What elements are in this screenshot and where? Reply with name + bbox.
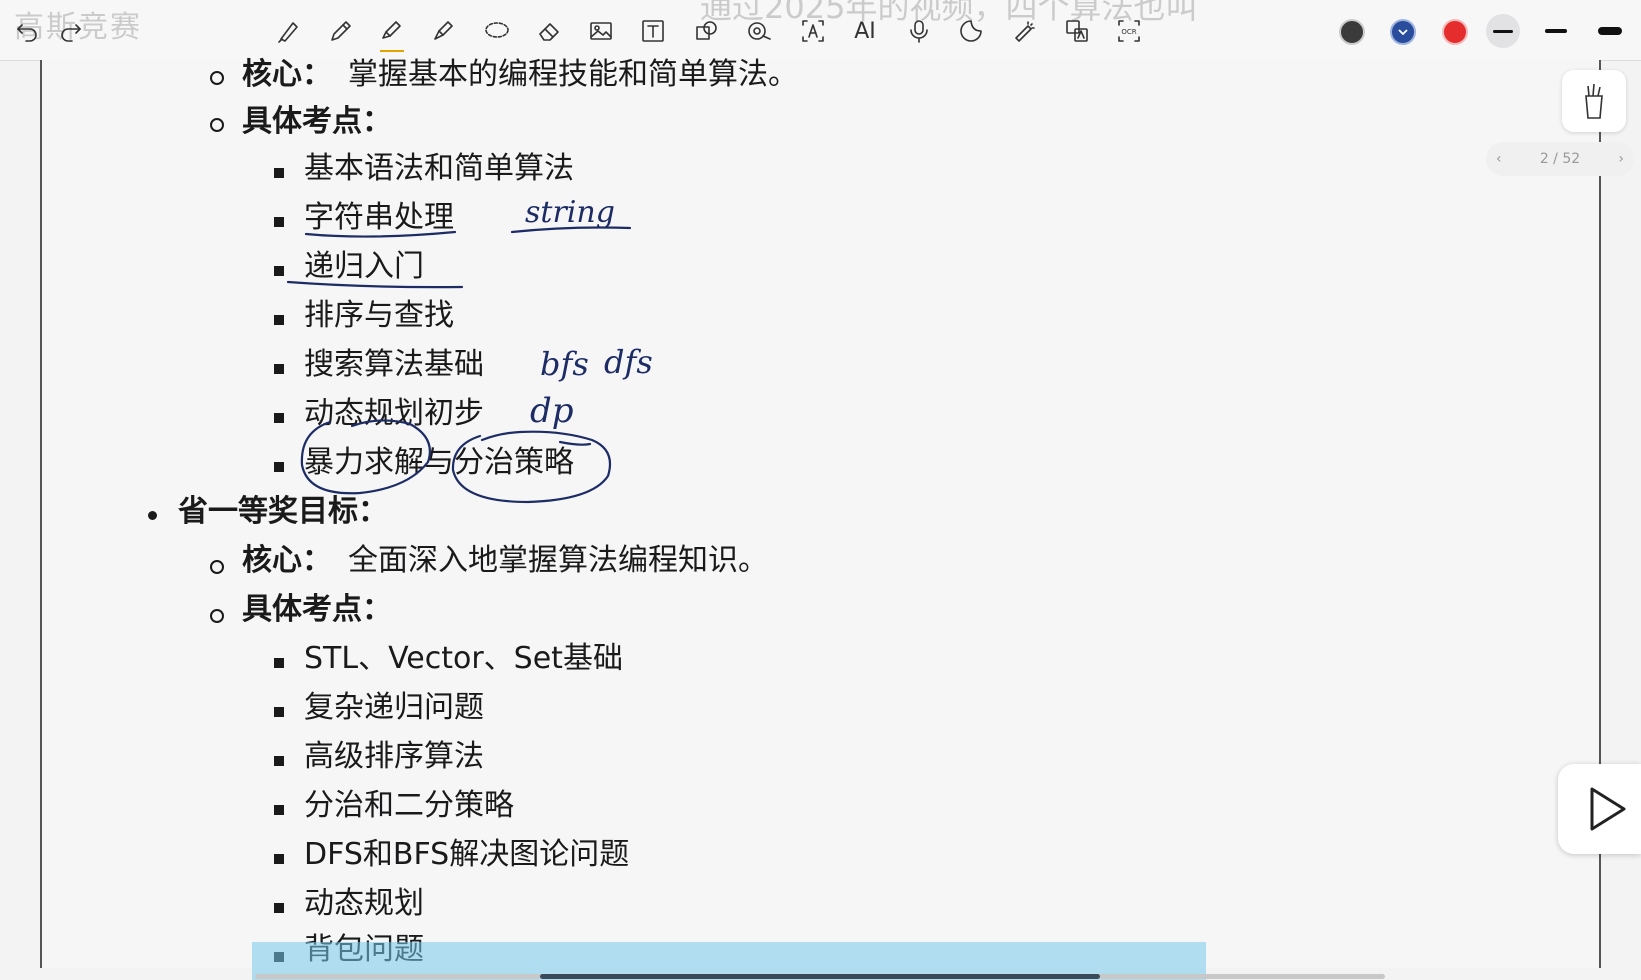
checkmark-icon	[1398, 29, 1408, 36]
stroke-width-thin-selected[interactable]	[1486, 14, 1520, 48]
bullet-circle	[210, 560, 224, 574]
page-indicator: 2 / 52	[1539, 151, 1581, 167]
bullet-square	[274, 217, 284, 227]
svg-text:OCR: OCR	[1121, 28, 1136, 36]
outline-row: 具体考点：	[242, 592, 392, 627]
bullet-square	[274, 707, 284, 717]
bullet-square	[274, 364, 284, 374]
outline-row: 核心： 掌握基本的编程技能和简单算法。	[242, 57, 798, 92]
outline-row: 核心： 全面深入地掌握算法编程知识。	[242, 543, 768, 578]
lasso-pen-icon[interactable]	[272, 14, 306, 48]
color-swatch-dark[interactable]	[1339, 19, 1365, 45]
highlighter-icon[interactable]	[374, 14, 408, 48]
bullet-dot	[148, 511, 157, 520]
lasso-select-icon[interactable]	[480, 14, 514, 48]
bullet-circle	[210, 118, 224, 132]
sticker-icon[interactable]	[954, 14, 988, 48]
list-item: 分治和二分策略	[304, 788, 514, 823]
list-item: STL、Vector、Set基础	[304, 641, 623, 676]
translate-icon[interactable]	[1060, 14, 1094, 48]
list-item: DFS和BFS解决图论问题	[304, 837, 630, 872]
section-title: 省一等奖目标：	[178, 494, 388, 529]
textbox-icon[interactable]	[636, 14, 670, 48]
stroke-width-medium[interactable]	[1545, 29, 1567, 33]
list-item: 排序与查找	[304, 298, 454, 333]
list-item: 基本语法和简单算法	[304, 151, 574, 186]
laser-pointer-icon[interactable]	[1006, 14, 1040, 48]
eraser-pen-icon[interactable]	[426, 14, 460, 48]
active-tool-indicator	[380, 50, 404, 52]
toolbar: 高斯竞赛 通过2025年的视频，四个算法也叫 AI OCR	[0, 0, 1641, 61]
bullet-square	[274, 854, 284, 864]
video-widget[interactable]	[1558, 764, 1641, 854]
prev-page-icon[interactable]: ‹	[1496, 151, 1502, 167]
bullet-circle	[210, 71, 224, 85]
list-item: 暴力求解与分治策略	[304, 445, 574, 480]
list-item: 复杂递归问题	[304, 690, 484, 725]
microphone-icon[interactable]	[902, 14, 936, 48]
bullet-square	[274, 266, 284, 276]
eraser-icon[interactable]	[532, 14, 566, 48]
list-item: 递归入门	[304, 249, 424, 284]
stroke-width-thick[interactable]	[1598, 27, 1622, 35]
outline: 核心： 掌握基本的编程技能和简单算法。 具体考点： 基本语法和简单算法 字符串处理…	[42, 57, 1599, 968]
list-item: 字符串处理	[304, 200, 454, 235]
redo-icon[interactable]	[54, 14, 88, 48]
list-item: 动态规划	[304, 886, 424, 921]
bullet-square	[274, 413, 284, 423]
pencil-case-button[interactable]	[1562, 70, 1626, 132]
next-page-icon[interactable]: ›	[1618, 151, 1624, 167]
play-icon	[1590, 787, 1626, 831]
bullet-square	[274, 756, 284, 766]
undo-icon[interactable]	[10, 14, 44, 48]
bullet-square	[274, 168, 284, 178]
text-recognition-icon[interactable]	[796, 14, 830, 48]
color-swatch-blue-selected[interactable]	[1390, 19, 1416, 45]
note-page: 核心： 掌握基本的编程技能和简单算法。 具体考点： 基本语法和简单算法 字符串处理…	[40, 57, 1601, 968]
pencil-holder-icon	[1585, 83, 1603, 119]
bullet-circle	[210, 609, 224, 623]
ai-icon[interactable]: AI	[848, 14, 882, 48]
color-swatch-red[interactable]	[1442, 19, 1468, 45]
outline-row: 具体考点：	[242, 104, 392, 139]
bullet-square	[274, 315, 284, 325]
list-item: 搜索算法基础	[304, 347, 484, 382]
bullet-square	[274, 903, 284, 913]
list-item: 高级排序算法	[304, 739, 484, 774]
shapes-icon[interactable]	[690, 14, 724, 48]
image-icon[interactable]	[584, 14, 618, 48]
tape-icon[interactable]	[742, 14, 776, 48]
horizontal-scrollbar[interactable]	[540, 974, 1100, 979]
ocr-icon[interactable]: OCR	[1112, 14, 1146, 48]
bullet-square	[274, 462, 284, 472]
page-pager: ‹ 2 / 52 ›	[1486, 142, 1634, 176]
bullet-square	[274, 805, 284, 815]
list-item: 动态规划初步	[304, 396, 484, 431]
bullet-square	[274, 658, 284, 668]
pen-icon[interactable]	[324, 14, 358, 48]
